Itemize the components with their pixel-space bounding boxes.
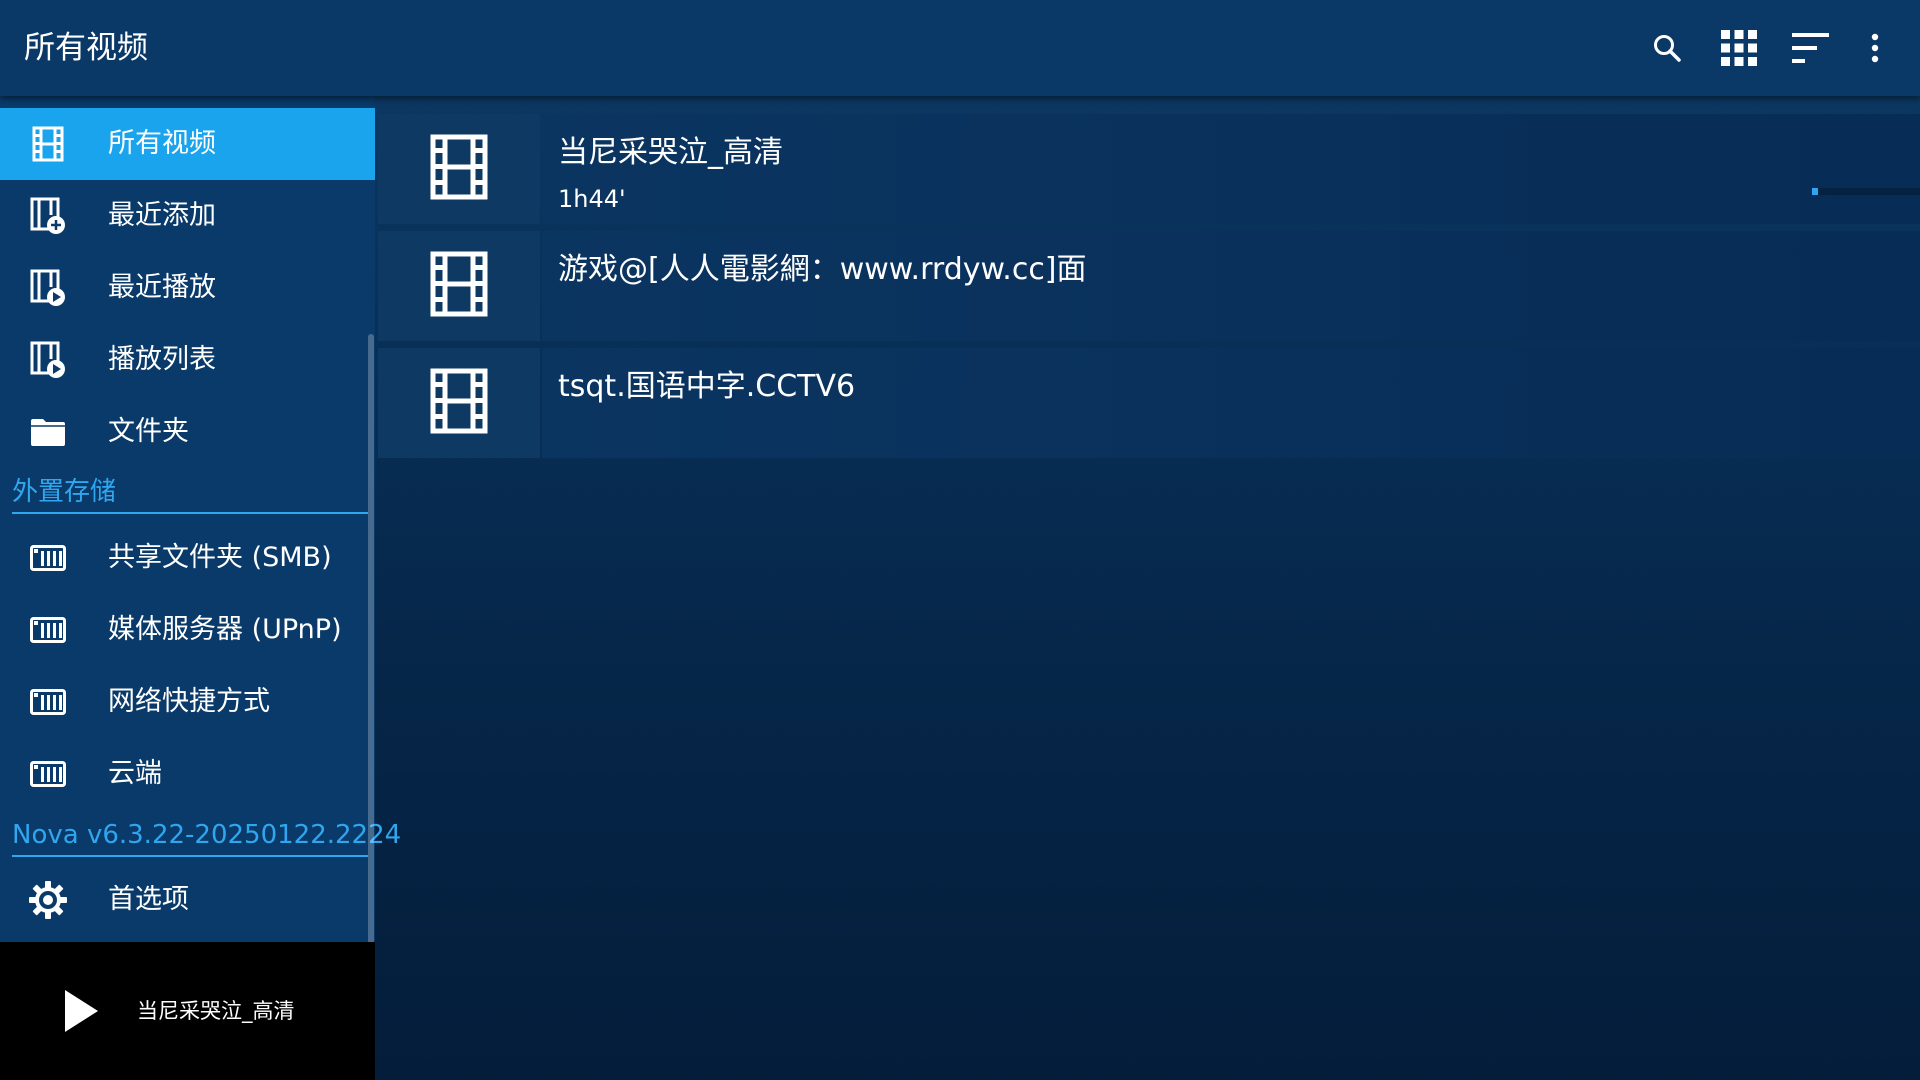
resume-progress-fill [1812,188,1818,195]
video-list-item[interactable]: tsqt.国语中字.CCTV6 [378,348,1920,458]
video-title: 游戏@[人人電影網：www.rrdyw.cc]面 [558,252,1087,287]
movie-icon [28,124,68,164]
network-drive-icon [28,754,68,794]
sidebar-item-label: 云端 [108,758,162,789]
sidebar-item-label: 文件夹 [108,416,189,447]
video-list-item[interactable]: 当尼采哭泣_高清 1h44' [378,114,1920,224]
sidebar-item-label: 播放列表 [108,344,216,375]
now-playing-title: 当尼采哭泣_高清 [137,999,295,1023]
sidebar-item-all-videos[interactable]: 所有视频 [0,108,375,180]
video-thumbnail [378,231,540,341]
sidebar-scrollbar[interactable] [368,334,374,944]
resume-progress-bar [1812,188,1920,195]
video-title: 当尼采哭泣_高清 [558,135,783,170]
network-drive-icon [28,682,68,722]
now-playing-bar[interactable]: 当尼采哭泣_高清 [0,942,375,1080]
sidebar-item-smb[interactable]: 共享文件夹 (SMB) [0,522,375,594]
sidebar-item-label: 最近添加 [108,200,216,231]
sidebar-item-label: 首选项 [108,884,189,915]
sidebar-item-cloud[interactable]: 云端 [0,738,375,810]
movie-icon [430,368,488,438]
movie-play-icon [28,268,68,308]
section-header-external-storage: 外置存储 [12,472,368,514]
sidebar-item-label: 所有视频 [108,128,216,159]
video-thumbnail [378,114,540,224]
sidebar-item-playlists[interactable]: 播放列表 [0,324,375,396]
folder-icon [28,412,68,452]
playlist-icon [28,340,68,380]
sidebar-item-preferences[interactable]: 首选项 [0,864,375,936]
sidebar-item-label: 共享文件夹 (SMB) [108,542,332,573]
search-icon[interactable] [1643,24,1691,72]
sidebar-item-recently-played[interactable]: 最近播放 [0,252,375,324]
video-duration: 1h44' [558,185,626,213]
navigation-drawer: 所有视频 最近添加 最近播放 播放列表 文件夹 外置存储 共享文件夹 (SMB)… [0,96,401,1080]
movie-icon [430,251,488,321]
video-info: 当尼采哭泣_高清 1h44' [542,114,1920,224]
movie-add-icon [28,196,68,236]
sidebar-item-network-shortcuts[interactable]: 网络快捷方式 [0,666,375,738]
more-vert-icon[interactable] [1851,24,1899,72]
video-info: 游戏@[人人電影網：www.rrdyw.cc]面 [542,231,1920,341]
video-title: tsqt.国语中字.CCTV6 [558,369,856,404]
sidebar-item-label: 最近播放 [108,272,216,303]
sidebar-item-upnp[interactable]: 媒体服务器 (UPnP) [0,594,375,666]
gear-icon [28,880,68,920]
network-drive-icon [28,610,68,650]
page-title: 所有视频 [24,30,148,66]
app-bar: 所有视频 [0,0,1920,96]
sidebar-item-folders[interactable]: 文件夹 [0,396,375,468]
version-label: Nova v6.3.22-20250122.2224 [12,815,401,857]
grid-view-icon[interactable] [1715,24,1763,72]
sort-icon[interactable] [1787,24,1835,72]
play-icon[interactable] [62,988,102,1034]
movie-icon [430,134,488,204]
sidebar-item-recently-added[interactable]: 最近添加 [0,180,375,252]
sidebar-item-label: 媒体服务器 (UPnP) [108,614,342,645]
video-list-item[interactable]: 游戏@[人人電影網：www.rrdyw.cc]面 [378,231,1920,341]
video-info: tsqt.国语中字.CCTV6 [542,348,1920,458]
sidebar-item-label: 网络快捷方式 [108,686,270,717]
network-drive-icon [28,538,68,578]
video-thumbnail [378,348,540,458]
